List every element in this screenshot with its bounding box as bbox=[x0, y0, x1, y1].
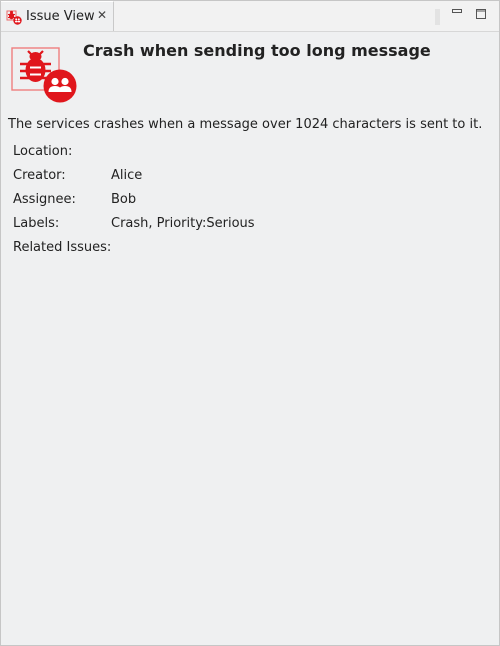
close-icon[interactable]: ✕ bbox=[95, 8, 109, 22]
labels-label: Labels: bbox=[13, 216, 60, 231]
creator-value: Alice bbox=[111, 168, 143, 183]
assignee-label: Assignee: bbox=[13, 192, 76, 207]
issue-title: Crash when sending too long message bbox=[83, 41, 431, 60]
maximize-icon[interactable] bbox=[475, 8, 487, 20]
issue-view-panel: Issue View ✕ Crash when sending too long… bbox=[0, 0, 500, 646]
assignee-value: Bob bbox=[111, 192, 137, 207]
bug-icon bbox=[6, 10, 22, 25]
bug-with-users-icon bbox=[11, 47, 77, 103]
issue-description: The services crashes when a message over… bbox=[8, 117, 483, 132]
tab-spacer bbox=[435, 9, 440, 25]
tab-bar: Issue View ✕ bbox=[1, 1, 499, 32]
creator-label: Creator: bbox=[13, 168, 66, 183]
tab-issue-view[interactable]: Issue View ✕ bbox=[1, 1, 114, 32]
tab-separator bbox=[1, 31, 499, 32]
tab-label: Issue View bbox=[26, 9, 95, 24]
related-issues-label: Related Issues: bbox=[13, 240, 112, 255]
labels-value: Crash, Priority:Serious bbox=[111, 216, 255, 231]
location-label: Location: bbox=[13, 144, 73, 159]
minimize-icon[interactable] bbox=[451, 8, 463, 20]
